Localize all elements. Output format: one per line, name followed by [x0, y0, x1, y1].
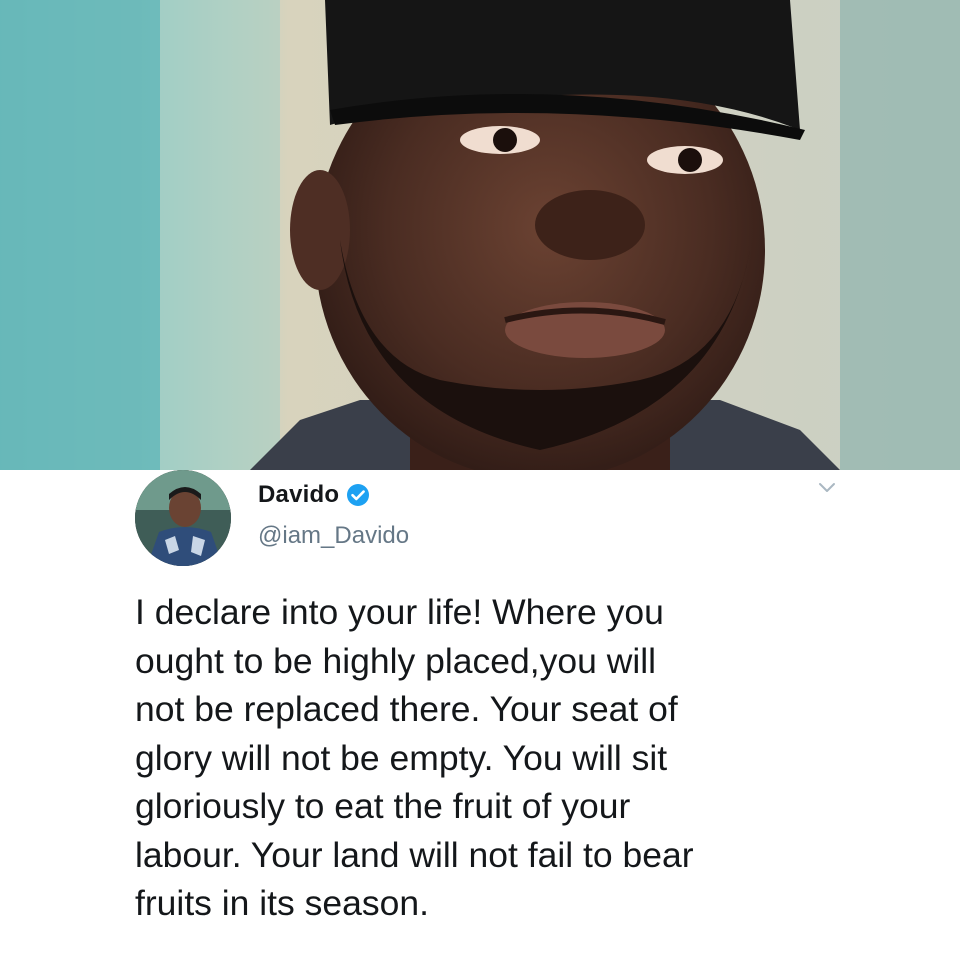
portrait-illustration [0, 0, 960, 470]
chevron-down-icon[interactable] [818, 482, 836, 494]
verified-badge-icon [347, 484, 370, 506]
name-row: Davido [258, 478, 370, 512]
tweet-text: I declare into your life! Where you ough… [135, 592, 694, 923]
display-name[interactable]: Davido [258, 481, 339, 509]
user-handle[interactable]: @iam_Davido [258, 522, 409, 550]
tweet-card[interactable]: Davido @iam_Davido I declare into your l… [0, 470, 960, 960]
avatar-image [135, 470, 231, 566]
avatar[interactable] [135, 470, 231, 566]
header-photo [0, 0, 960, 470]
